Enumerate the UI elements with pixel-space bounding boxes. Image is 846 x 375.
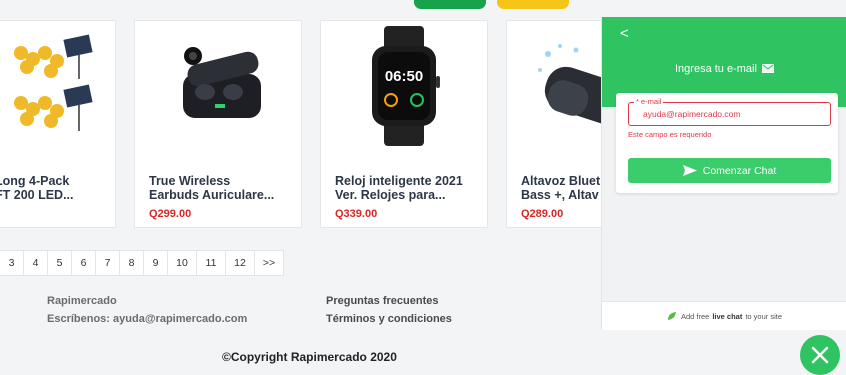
powered-prefix: Add free	[680, 311, 710, 321]
powered-suffix: to your site	[745, 311, 783, 321]
product-price: Q339.00	[335, 208, 378, 220]
product-grid: Long 4-Pack FT 200 LED... True Wireless	[0, 20, 674, 230]
page-link[interactable]: 9	[143, 250, 168, 276]
product-price: Q289.00	[521, 208, 564, 220]
page-link[interactable]: 4	[23, 250, 48, 276]
footer-brand: Rapimercado	[47, 295, 117, 307]
page-link[interactable]: 7	[95, 250, 120, 276]
envelope-icon	[762, 64, 774, 73]
powered-by[interactable]: Add free live chat to your site	[602, 301, 846, 330]
smartwatch-image[interactable]: 06:50	[321, 21, 487, 151]
solar-string-lights-image[interactable]	[0, 21, 115, 151]
start-chat-button[interactable]: Comenzar Chat	[628, 158, 831, 183]
earbuds-image[interactable]	[135, 21, 301, 151]
product-title[interactable]: True Wireless Earbuds Auriculare...	[149, 174, 293, 202]
page-link[interactable]: 11	[196, 250, 226, 276]
top-green-button[interactable]	[414, 0, 486, 9]
page-link[interactable]: 5	[47, 250, 72, 276]
leaf-icon	[667, 312, 676, 320]
page-link[interactable]: 6	[71, 250, 96, 276]
product-title[interactable]: Reloj inteligente 2021 Ver. Relojes para…	[335, 174, 479, 202]
send-icon	[682, 165, 697, 176]
product-price: Q299.00	[149, 208, 192, 220]
faq-link[interactable]: Preguntas frecuentes	[326, 295, 438, 307]
email-field[interactable]: * e-mail	[628, 97, 831, 126]
back-arrow-icon[interactable]: <	[620, 26, 629, 41]
copyright: ©Copyright Rapimercado 2020	[222, 350, 397, 364]
powered-bold: live chat	[712, 311, 743, 321]
pagination: 3 4 5 6 7 8 9 10 11 12 >>	[0, 250, 284, 278]
page-link[interactable]: 12	[225, 250, 255, 276]
product-card[interactable]: 06:50 Reloj inteligente 2021 Ver. Reloje…	[320, 20, 488, 228]
product-card[interactable]: True Wireless Earbuds Auriculare... Q299…	[134, 20, 302, 228]
start-chat-label: Comenzar Chat	[702, 164, 777, 177]
page-link[interactable]: 8	[119, 250, 144, 276]
page-link[interactable]: 10	[167, 250, 197, 276]
chat-title: Ingresa tu e-mail	[602, 63, 846, 75]
close-icon	[811, 346, 829, 364]
email-form: * e-mail Este campo es requerido Comenza…	[616, 93, 838, 193]
product-title[interactable]: Long 4-Pack FT 200 LED...	[0, 174, 107, 202]
terms-link[interactable]: Términos y condiciones	[326, 313, 452, 325]
chat-widget: < Ingresa tu e-mail * e-mail Este campo …	[601, 17, 846, 330]
product-card[interactable]: Long 4-Pack FT 200 LED...	[0, 20, 116, 228]
top-yellow-button[interactable]	[497, 0, 569, 9]
page: Long 4-Pack FT 200 LED... True Wireless	[0, 0, 846, 375]
watch-time: 06:50	[385, 68, 423, 85]
next-page-link[interactable]: >>	[254, 250, 284, 276]
page-link[interactable]: 3	[0, 250, 24, 276]
close-chat-button[interactable]	[800, 335, 840, 375]
error-message: Este campo es requerido	[628, 130, 712, 139]
footer-contact[interactable]: Escríbenos: ayuda@rapimercado.com	[47, 313, 247, 325]
email-input[interactable]	[629, 103, 830, 125]
